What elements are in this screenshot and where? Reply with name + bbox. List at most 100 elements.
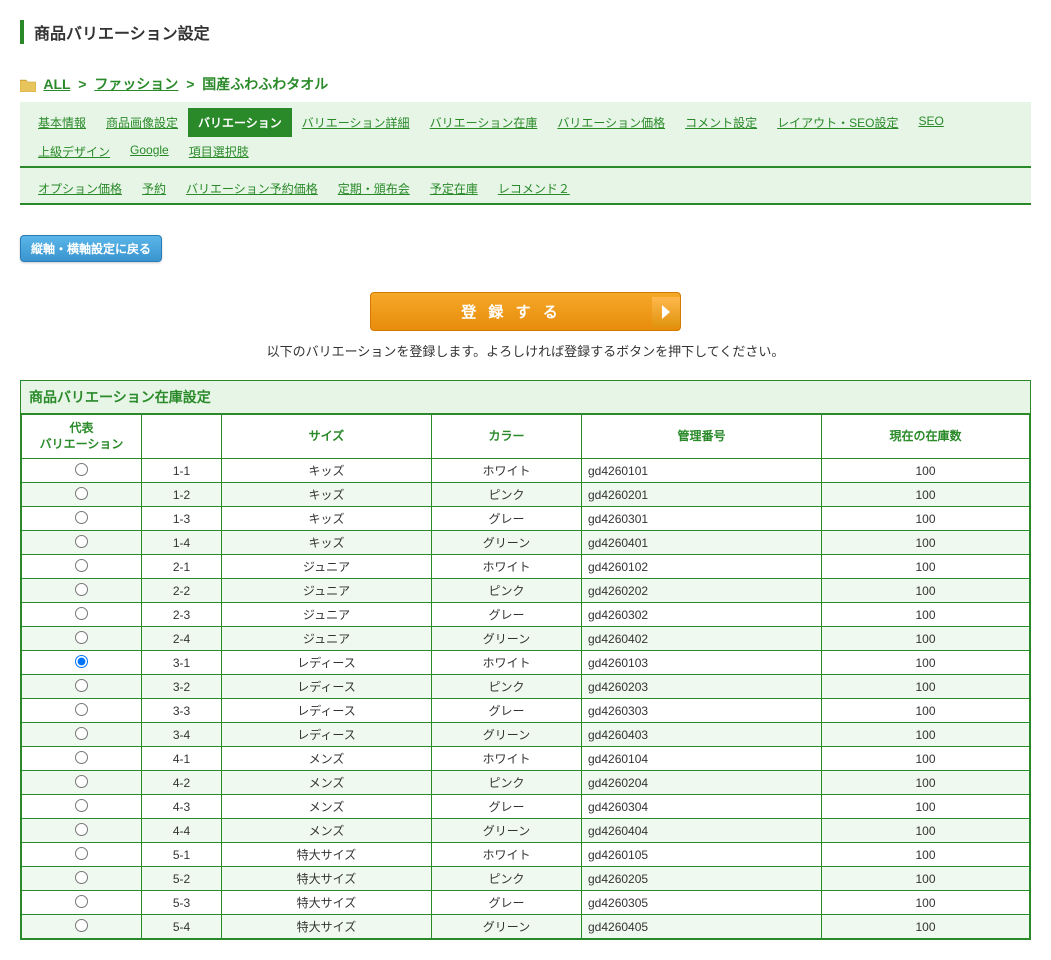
cell-idx: 5-3 xyxy=(142,891,222,915)
tab-0[interactable]: 基本情報 xyxy=(28,108,96,137)
rep-radio[interactable] xyxy=(75,559,88,572)
rep-radio[interactable] xyxy=(75,871,88,884)
tab-8[interactable]: SEO xyxy=(908,108,953,137)
cell-code: gd4260403 xyxy=(582,723,822,747)
tab-10[interactable]: Google xyxy=(120,137,179,166)
register-button-label: 登 録 す る xyxy=(371,293,652,330)
cell-color: グレー xyxy=(432,603,582,627)
col-header-color: カラー xyxy=(432,415,582,459)
cell-stock: 100 xyxy=(822,603,1030,627)
cell-idx: 1-4 xyxy=(142,531,222,555)
table-row: 2-1ジュニアホワイトgd4260102100 xyxy=(22,555,1030,579)
cell-color: ピンク xyxy=(432,771,582,795)
cell-size: 特大サイズ xyxy=(222,891,432,915)
tab-4[interactable]: 予定在庫 xyxy=(420,174,488,203)
cell-stock: 100 xyxy=(822,723,1030,747)
cell-color: グレー xyxy=(432,795,582,819)
cell-color: グリーン xyxy=(432,531,582,555)
tab-11[interactable]: 項目選択肢 xyxy=(179,137,259,166)
rep-radio[interactable] xyxy=(75,655,88,668)
tab-7[interactable]: レイアウト・SEO設定 xyxy=(767,108,908,137)
cell-color: ホワイト xyxy=(432,459,582,483)
rep-radio[interactable] xyxy=(75,631,88,644)
tab-0[interactable]: オプション価格 xyxy=(28,174,132,203)
tab-5[interactable]: レコメンド２ xyxy=(488,174,580,203)
table-row: 1-2キッズピンクgd4260201100 xyxy=(22,483,1030,507)
rep-radio[interactable] xyxy=(75,919,88,932)
tab-5[interactable]: バリエーション価格 xyxy=(547,108,675,137)
tab-3[interactable]: バリエーション詳細 xyxy=(292,108,420,137)
tab-2[interactable]: バリエーション xyxy=(188,108,292,137)
col-header-size: サイズ xyxy=(222,415,432,459)
cell-size: ジュニア xyxy=(222,627,432,651)
breadcrumb-all[interactable]: ALL xyxy=(43,76,70,92)
breadcrumb-category[interactable]: ファッション xyxy=(94,76,178,92)
cell-stock: 100 xyxy=(822,651,1030,675)
cell-idx: 2-1 xyxy=(142,555,222,579)
cell-color: ピンク xyxy=(432,867,582,891)
rep-radio[interactable] xyxy=(75,775,88,788)
cell-idx: 2-2 xyxy=(142,579,222,603)
table-row: 5-3特大サイズグレーgd4260305100 xyxy=(22,891,1030,915)
table-row: 5-1特大サイズホワイトgd4260105100 xyxy=(22,843,1030,867)
cell-stock: 100 xyxy=(822,579,1030,603)
back-axis-button[interactable]: 縦軸・横軸設定に戻る xyxy=(20,235,162,262)
cell-code: gd4260202 xyxy=(582,579,822,603)
cell-code: gd4260301 xyxy=(582,507,822,531)
rep-radio[interactable] xyxy=(75,463,88,476)
rep-radio[interactable] xyxy=(75,703,88,716)
cell-size: ジュニア xyxy=(222,603,432,627)
cell-size: レディース xyxy=(222,699,432,723)
cell-color: ホワイト xyxy=(432,651,582,675)
rep-radio[interactable] xyxy=(75,895,88,908)
tab-1[interactable]: 予約 xyxy=(132,174,176,203)
rep-radio[interactable] xyxy=(75,679,88,692)
rep-radio[interactable] xyxy=(75,847,88,860)
cell-color: ホワイト xyxy=(432,843,582,867)
cell-idx: 3-4 xyxy=(142,723,222,747)
cell-stock: 100 xyxy=(822,675,1030,699)
rep-radio[interactable] xyxy=(75,607,88,620)
rep-radio[interactable] xyxy=(75,823,88,836)
tab-9[interactable]: 上級デザイン xyxy=(28,137,120,166)
cell-color: グレー xyxy=(432,507,582,531)
tab-6[interactable]: コメント設定 xyxy=(675,108,767,137)
tab-1[interactable]: 商品画像設定 xyxy=(96,108,188,137)
cell-size: レディース xyxy=(222,651,432,675)
table-row: 2-4ジュニアグリーンgd4260402100 xyxy=(22,627,1030,651)
table-row: 4-3メンズグレーgd4260304100 xyxy=(22,795,1030,819)
col-header-rep: 代表バリエーション xyxy=(22,415,142,459)
cell-idx: 1-1 xyxy=(142,459,222,483)
register-area: 登 録 す る 以下のバリエーションを登録します。よろしければ登録するボタンを押… xyxy=(20,292,1031,360)
cell-stock: 100 xyxy=(822,867,1030,891)
cell-idx: 2-4 xyxy=(142,627,222,651)
breadcrumb-current: 国産ふわふわタオル xyxy=(202,76,328,92)
cell-code: gd4260204 xyxy=(582,771,822,795)
cell-color: ピンク xyxy=(432,675,582,699)
cell-stock: 100 xyxy=(822,483,1030,507)
tabs-container-2: オプション価格予約バリエーション予約価格定期・頒布会予定在庫レコメンド２ xyxy=(20,168,1031,205)
register-button[interactable]: 登 録 す る xyxy=(370,292,681,331)
rep-radio[interactable] xyxy=(75,583,88,596)
cell-code: gd4260405 xyxy=(582,915,822,939)
rep-radio[interactable] xyxy=(75,799,88,812)
rep-radio[interactable] xyxy=(75,535,88,548)
tab-2[interactable]: バリエーション予約価格 xyxy=(176,174,328,203)
rep-radio[interactable] xyxy=(75,751,88,764)
cell-code: gd4260404 xyxy=(582,819,822,843)
rep-radio[interactable] xyxy=(75,511,88,524)
table-row: 1-1キッズホワイトgd4260101100 xyxy=(22,459,1030,483)
tab-4[interactable]: バリエーション在庫 xyxy=(420,108,548,137)
cell-size: メンズ xyxy=(222,747,432,771)
cell-size: ジュニア xyxy=(222,579,432,603)
cell-size: キッズ xyxy=(222,507,432,531)
cell-idx: 4-4 xyxy=(142,819,222,843)
table-row: 4-2メンズピンクgd4260204100 xyxy=(22,771,1030,795)
rep-radio[interactable] xyxy=(75,487,88,500)
cell-size: 特大サイズ xyxy=(222,915,432,939)
cell-stock: 100 xyxy=(822,747,1030,771)
cell-code: gd4260401 xyxy=(582,531,822,555)
folder-icon xyxy=(20,78,36,92)
rep-radio[interactable] xyxy=(75,727,88,740)
tab-3[interactable]: 定期・頒布会 xyxy=(328,174,420,203)
